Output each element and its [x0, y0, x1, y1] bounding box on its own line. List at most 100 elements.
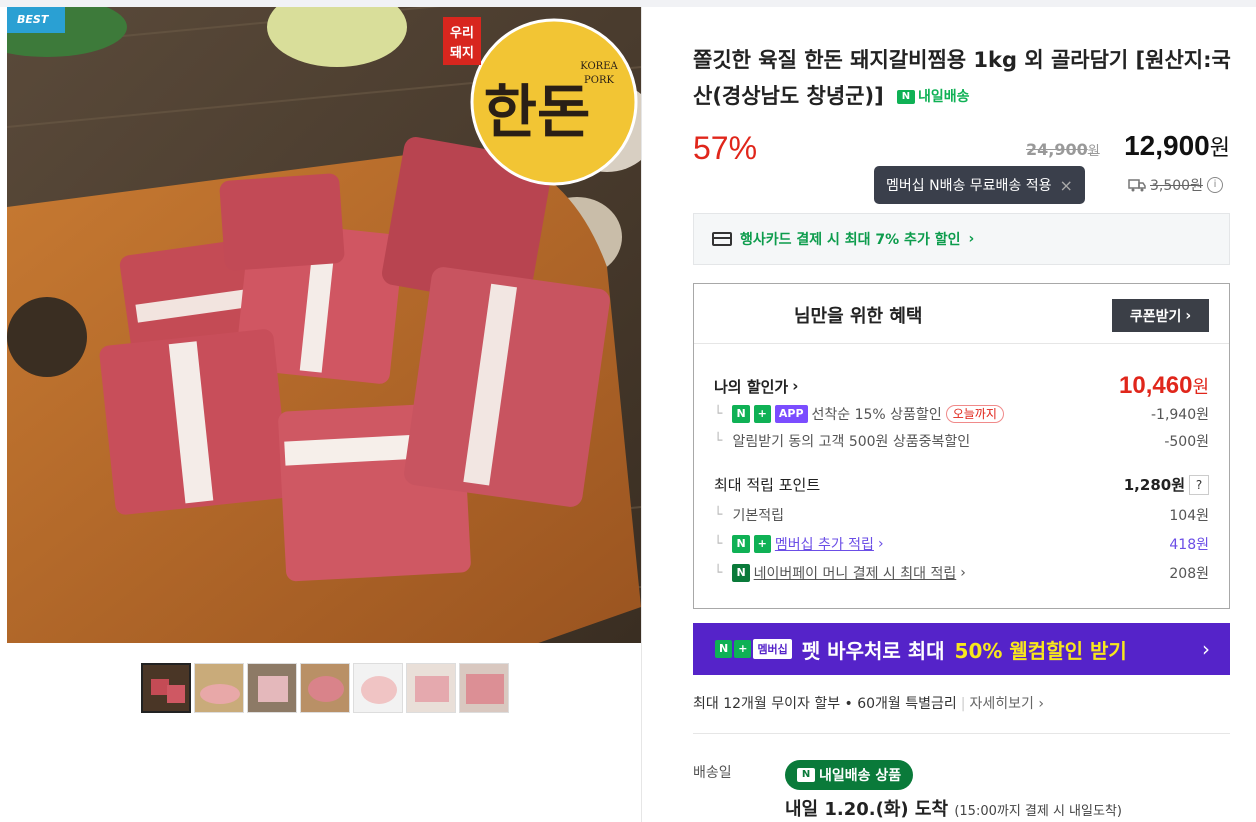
- logo-tag2: PORK: [584, 75, 614, 86]
- thumbnail-2[interactable]: [194, 663, 244, 713]
- chevron-right-icon: ›: [968, 231, 975, 247]
- naver-n-icon: N: [732, 535, 750, 553]
- discount-rate: 57%: [693, 130, 758, 166]
- thumbnail-5[interactable]: [353, 663, 403, 713]
- separator: |: [960, 696, 966, 712]
- discount-app-text: 선착순 15% 상품할인: [811, 407, 942, 423]
- thumbnail-6[interactable]: [406, 663, 456, 713]
- tooltip-text: 멤버십 N배송 무료배송 적용: [886, 178, 1052, 194]
- thumbnail-strip: [141, 663, 509, 713]
- pay-points-value: 208원: [1169, 566, 1209, 582]
- today-only-pill: 오늘까지: [945, 405, 1004, 423]
- shipping-fee: 3,500원 i: [1128, 175, 1223, 195]
- my-price-unit: 원: [1192, 377, 1209, 398]
- tomorrow-delivery-product-badge: N 내일배송 상품: [785, 760, 914, 790]
- pay-points-row: └ N 네이버페이 머니 결제 시 최대 적립 › 208원: [714, 563, 1209, 583]
- my-price-row: 나의 할인가 › 10,460원: [714, 372, 1209, 400]
- member-points-link[interactable]: 멤버십 추가 적립: [775, 534, 874, 554]
- naver-n-icon: N: [715, 640, 733, 658]
- chevron-right-icon: ›: [792, 377, 799, 395]
- my-price-link[interactable]: 나의 할인가 ›: [714, 376, 798, 397]
- thumbnail-1[interactable]: [141, 663, 191, 713]
- discount-app-value: -1,940원: [1150, 407, 1209, 423]
- original-price: 24,900원: [1026, 140, 1100, 159]
- app-tag: APP: [774, 405, 808, 423]
- thumbnail-7[interactable]: [459, 663, 509, 713]
- logo-brand: 한돈: [484, 78, 591, 146]
- product-title: 쫄깃한 육질 한돈 돼지갈비찜용 1kg 외 골라담기 [원산지:국산(경상남도…: [693, 42, 1233, 115]
- best-badge: BEST: [7, 7, 65, 33]
- logo-line2: 돼지: [450, 45, 474, 61]
- tree-icon: └: [714, 406, 723, 422]
- plus-icon: +: [753, 535, 771, 553]
- discount-row-app: └ N + APP 선착순 15% 상품할인 오늘까지 -1,940원: [714, 404, 1209, 424]
- benefit-title: 님만을 위한 혜택: [794, 306, 923, 327]
- tomorrow-delivery-label: 내일배송: [917, 89, 970, 105]
- plus-icon: +: [734, 640, 752, 658]
- plus-icon: +: [753, 405, 771, 423]
- truck-icon: [1128, 179, 1146, 192]
- shipping-fee-value: 3,500원: [1150, 178, 1203, 194]
- sale-price-value: 12,900: [1124, 130, 1210, 161]
- base-points-value: 104원: [1169, 508, 1209, 524]
- base-points-label: 기본적립: [732, 508, 784, 524]
- info-icon[interactable]: i: [1206, 177, 1223, 193]
- delivery-label: 배송일: [693, 765, 732, 781]
- tree-icon: └: [714, 433, 723, 449]
- points-value: 1,280원: [1123, 476, 1185, 494]
- points-row: 최대 적립 포인트 1,280원?: [714, 474, 1209, 495]
- top-bar: [0, 0, 1256, 7]
- chevron-right-icon: ›: [1185, 307, 1192, 324]
- logo-line1: 우리: [450, 25, 474, 41]
- sale-price: 12,900원: [1124, 130, 1230, 162]
- installment-info: 최대 12개월 무이자 할부 • 60개월 특별금리 | 자세히보기 ›: [693, 693, 1044, 713]
- base-points-row: └ 기본적립 104원: [714, 505, 1209, 525]
- benefit-header: 님만을 위한 혜택 쿠폰받기 ›: [694, 284, 1229, 344]
- product-main-image[interactable]: 우리 돼지 한돈 KOREA PORK: [7, 7, 641, 643]
- divider: [693, 733, 1230, 734]
- membership-badge: 멤버십: [753, 639, 792, 659]
- chevron-right-icon: ›: [1202, 637, 1210, 661]
- installment-text: 최대 12개월 무이자 할부 • 60개월 특별금리: [693, 696, 957, 712]
- thumbnail-3[interactable]: [247, 663, 297, 713]
- meat-photo: 우리 돼지 한돈 KOREA PORK: [7, 7, 641, 643]
- card-promo-banner[interactable]: 행사카드 결제 시 최대 7% 추가 할인 ›: [693, 213, 1230, 265]
- promo-text-1: 펫 바우처로 최대: [801, 638, 945, 663]
- member-points-row: └ N + 멤버십 추가 적립 › 418원: [714, 534, 1209, 554]
- logo-tag1: KOREA: [580, 61, 618, 72]
- original-price-value: 24,900: [1026, 140, 1088, 159]
- my-price-label: 나의 할인가: [714, 377, 789, 396]
- thumbnail-4[interactable]: [300, 663, 350, 713]
- help-icon[interactable]: ?: [1189, 474, 1209, 495]
- pay-points-link[interactable]: 네이버페이 머니 결제 시 최대 적립: [754, 563, 957, 583]
- tooltip-close-icon[interactable]: ×: [1060, 176, 1073, 195]
- discount-alarm-text: 알림받기 동의 고객 500원 상품중복할인: [732, 434, 971, 450]
- delivery-date: 내일 1.20.(화) 도착 (15:00까지 결제 시 내일도착): [785, 795, 1122, 821]
- naver-pay-icon: N: [732, 564, 750, 582]
- credit-card-icon: [712, 232, 732, 246]
- my-price: 10,460원: [1119, 372, 1209, 400]
- sale-price-unit: 원: [1209, 136, 1230, 161]
- discount-row-alarm: └ 알림받기 동의 고객 500원 상품중복할인 -500원: [714, 431, 1209, 451]
- installment-more-link[interactable]: 자세히보기: [970, 696, 1034, 712]
- chevron-right-icon: ›: [1033, 696, 1044, 712]
- card-promo-text: 행사카드 결제 시 최대 7% 추가 할인: [740, 232, 961, 248]
- shipping-tooltip: 멤버십 N배송 무료배송 적용 ×: [874, 166, 1085, 204]
- member-points-value: 418원: [1169, 537, 1209, 553]
- naver-n-icon: N: [732, 405, 750, 423]
- naver-n-icon: N: [797, 768, 815, 782]
- tomorrow-delivery-badge: N 내일배송: [896, 79, 970, 115]
- coupon-button[interactable]: 쿠폰받기 ›: [1112, 299, 1209, 332]
- tree-icon: └: [714, 507, 723, 523]
- delivery-note: (15:00까지 결제 시 내일도착): [954, 804, 1122, 819]
- my-price-value: 10,460: [1119, 372, 1193, 399]
- points-label: 최대 적립 포인트: [714, 476, 821, 494]
- naver-n-icon: N: [896, 90, 915, 104]
- discount-alarm-value: -500원: [1164, 434, 1209, 450]
- pet-voucher-banner[interactable]: N + 멤버십 펫 바우처로 최대 50% 웰컴할인 받기 ›: [693, 623, 1230, 675]
- image-gallery: 우리 돼지 한돈 KOREA PORK BEST: [0, 7, 642, 822]
- promo-text-2: 50% 웰컴할인 받기: [954, 638, 1127, 663]
- benefit-box: 님만을 위한 혜택 쿠폰받기 › 나의 할인가 › 10,460원 └ N + APP 선착…: [693, 283, 1230, 609]
- chevron-right-icon: ›: [877, 536, 884, 552]
- original-price-unit: 원: [1087, 144, 1100, 159]
